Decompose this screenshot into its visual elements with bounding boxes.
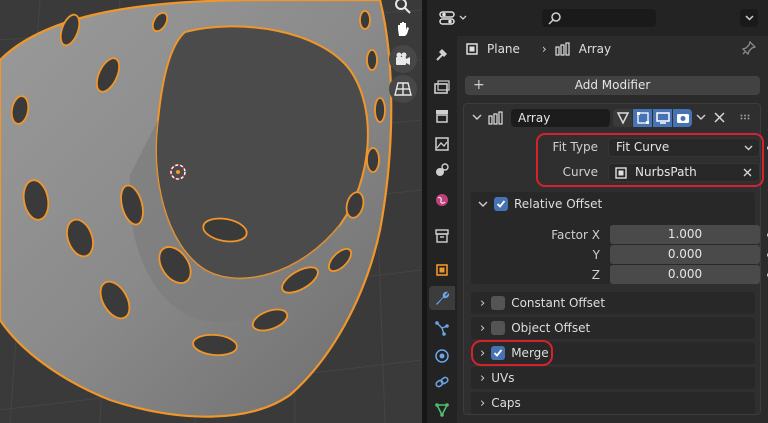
breadcrumb-object: Plane — [487, 42, 520, 56]
tab-view-layer[interactable] — [429, 132, 455, 156]
breadcrumb: Plane › Array — [465, 38, 611, 60]
object-offset-checkbox[interactable] — [491, 321, 506, 335]
view-layer-icon — [435, 137, 449, 151]
tab-render[interactable] — [429, 76, 455, 100]
relative-offset-label: Relative Offset — [514, 197, 603, 211]
array-modifier-panel: Array Fit Type Fit Curve Curve NurbsPath… — [463, 103, 768, 415]
tool-icon — [436, 49, 447, 61]
checkmark-icon — [496, 200, 506, 208]
camera-icon[interactable] — [389, 45, 417, 73]
chevron-down-icon — [459, 15, 467, 20]
chevron-down-icon — [744, 15, 754, 21]
tab-collection[interactable] — [429, 224, 455, 248]
breadcrumb-separator-icon: › — [541, 42, 547, 56]
modifier-visibility-toggles — [613, 109, 692, 127]
properties-editor: Plane › Array + Add Modifier Array Fit T… — [427, 0, 768, 423]
plus-icon: + — [473, 77, 485, 93]
world-icon — [436, 194, 448, 206]
fit-curve-highlight — [536, 133, 764, 187]
tab-physics[interactable] — [429, 344, 455, 368]
chevron-down-icon — [478, 201, 488, 207]
caps-label: Caps — [491, 396, 521, 410]
factor-x-label: Factor X — [551, 228, 600, 242]
constant-offset-label: Constant Offset — [511, 296, 606, 310]
on-cage-toggle[interactable] — [613, 109, 632, 127]
close-icon[interactable] — [714, 112, 725, 123]
uvs-header[interactable]: › UVs — [480, 368, 514, 388]
tab-scene[interactable] — [429, 158, 455, 182]
options-dropdown-button[interactable] — [740, 9, 758, 27]
object-offset-label: Object Offset — [511, 321, 591, 335]
edit-mode-toggle[interactable] — [633, 109, 652, 127]
chevron-down-icon[interactable] — [472, 113, 482, 121]
add-modifier-button[interactable]: + Add Modifier — [465, 76, 760, 95]
drag-handle-icon[interactable] — [740, 114, 752, 120]
3d-viewport[interactable] — [0, 0, 422, 423]
edit-mode-icon — [636, 112, 649, 124]
search-icon — [548, 12, 561, 25]
render-toggle[interactable] — [673, 109, 692, 127]
particles-icon — [435, 321, 449, 336]
tab-tool[interactable] — [429, 42, 455, 66]
physics-icon — [435, 349, 449, 363]
array-modifier-icon — [555, 42, 570, 56]
tab-particles[interactable] — [429, 316, 455, 340]
chevron-right-icon: › — [480, 295, 486, 311]
viewport-display-toggle[interactable] — [653, 109, 672, 127]
factor-z-field[interactable]: 0.000 — [610, 265, 760, 284]
tab-modifiers[interactable] — [429, 286, 455, 310]
monitor-icon — [655, 112, 670, 124]
relative-offset-checkbox[interactable] — [494, 197, 508, 211]
add-modifier-label: Add Modifier — [574, 78, 651, 92]
output-icon — [436, 110, 448, 123]
properties-editor-icon — [439, 11, 455, 25]
breadcrumb-modifier: Array — [578, 42, 612, 56]
tab-world[interactable] — [429, 188, 455, 212]
editor-type-button[interactable] — [437, 8, 469, 28]
chevron-right-icon: › — [480, 395, 486, 411]
modifier-name-input[interactable]: Array — [511, 109, 610, 127]
constant-offset-header[interactable]: › Constant Offset — [480, 293, 605, 313]
data-icon — [435, 403, 449, 417]
constraints-icon — [435, 376, 449, 388]
tab-data[interactable] — [429, 398, 455, 422]
scene-icon — [436, 163, 449, 176]
hand-pan-icon[interactable] — [389, 15, 417, 43]
tab-object[interactable] — [429, 258, 455, 282]
factor-z-label: Z — [591, 268, 600, 282]
tab-output[interactable] — [429, 104, 455, 128]
uvs-label: UVs — [491, 371, 515, 385]
properties-tab-strip — [427, 36, 457, 423]
tab-constraints[interactable] — [429, 370, 455, 394]
object-icon — [436, 264, 448, 276]
chevron-right-icon: › — [480, 370, 486, 386]
collection-icon — [435, 229, 449, 243]
chevron-right-icon: › — [480, 320, 486, 336]
search-input[interactable] — [542, 9, 656, 27]
factor-y-field[interactable]: 0.000 — [610, 245, 760, 264]
factor-x-field[interactable]: 1.000 — [610, 225, 760, 244]
object-offset-header[interactable]: › Object Offset — [480, 318, 590, 338]
array-modifier-icon — [488, 111, 503, 125]
chevron-down-icon[interactable] — [696, 113, 706, 121]
factor-y-label: Y — [592, 248, 600, 262]
modifier-wrench-icon — [436, 291, 450, 305]
merge-highlight — [471, 340, 553, 366]
object-icon — [466, 43, 478, 55]
pin-icon[interactable] — [741, 40, 757, 58]
camera-icon — [676, 114, 689, 123]
caps-header[interactable]: › Caps — [480, 393, 521, 413]
grid-icon[interactable] — [389, 75, 417, 103]
modifier-panel-header: Array — [464, 104, 762, 132]
constant-offset-checkbox[interactable] — [491, 296, 506, 310]
render-icon — [434, 80, 450, 94]
vertex-triangle-icon — [616, 112, 629, 125]
properties-header — [427, 0, 768, 36]
viewport-scene[interactable] — [0, 0, 422, 423]
relative-offset-header[interactable]: Relative Offset — [478, 194, 602, 214]
